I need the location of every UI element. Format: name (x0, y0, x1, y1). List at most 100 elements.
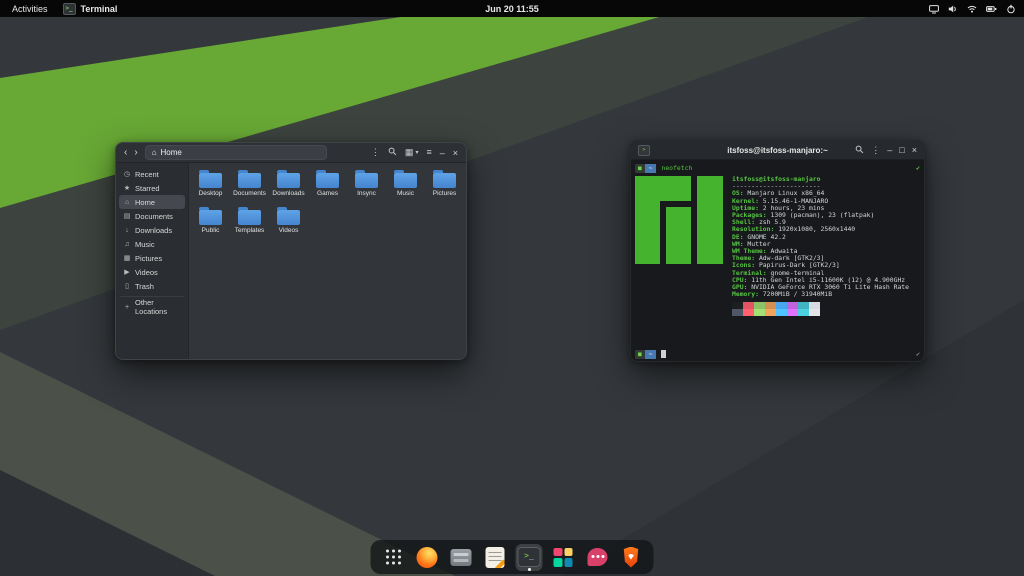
terminal-close-button[interactable]: × (912, 145, 917, 155)
terminal-titlebar[interactable]: > itsfoss@itsfoss-manjaro:~ ⋮ – □ × (631, 141, 924, 160)
messages-icon (587, 548, 607, 566)
prompt-line: ■ ~ neofetch ✔ (635, 163, 920, 173)
files-sidebar: ◷ Recent ★ Starred ⌂ Home ▤ Documents ↓ … (116, 163, 189, 360)
folder-icon (433, 173, 456, 188)
terminal-maximize-button[interactable]: □ (899, 145, 904, 155)
brave-launcher[interactable] (618, 544, 645, 571)
software-launcher[interactable] (550, 544, 577, 571)
terminal-app-icon: > (638, 145, 650, 156)
files-titlebar[interactable]: ‹ › ⌂ Home ⋮ ▦ ▾ ≡ – × (116, 143, 466, 163)
sidebar-item-documents[interactable]: ▤ Documents (119, 209, 185, 223)
sidebar-item-starred[interactable]: ★ Starred (119, 181, 185, 195)
search-icon[interactable] (388, 147, 397, 158)
download-icon: ↓ (123, 227, 131, 234)
text-editor-icon (486, 547, 505, 568)
folder-public[interactable]: Public (192, 204, 230, 241)
folder-icon (238, 210, 261, 225)
terminal-content[interactable]: ■ ~ neofetch ✔ itsfoss@itsfoss-manjaro -… (631, 160, 924, 362)
focused-app-name: Terminal (81, 4, 118, 14)
manjaro-logo (635, 176, 723, 264)
power-icon (1006, 4, 1016, 14)
files-window: ‹ › ⌂ Home ⋮ ▦ ▾ ≡ – × ◷ Recent (115, 142, 467, 360)
back-icon[interactable]: ‹ (124, 148, 127, 158)
terminal-launcher[interactable]: >_ (516, 544, 543, 571)
folder-pictures[interactable]: Pictures (426, 167, 464, 204)
video-icon: ▶ (123, 268, 131, 276)
folder-icon (199, 173, 222, 188)
folder-icon (316, 173, 339, 188)
show-apps-button[interactable] (380, 544, 407, 571)
folder-videos[interactable]: Videos (270, 204, 308, 241)
terminal-icon: >_ (518, 547, 541, 567)
plus-icon: + (123, 304, 131, 311)
network-icon (967, 4, 977, 14)
sidebar-item-home[interactable]: ⌂ Home (119, 195, 185, 209)
files-close-button[interactable]: × (453, 148, 458, 158)
files-launcher[interactable] (448, 544, 475, 571)
grid-view-icon: ▦ (405, 148, 414, 157)
kebab-menu-icon[interactable]: ⋮ (871, 146, 880, 155)
system-tray[interactable] (929, 0, 1016, 17)
forward-icon[interactable]: › (134, 148, 137, 158)
clock-calendar-button[interactable]: Jun 20 11:55 (485, 4, 539, 14)
neofetch-info: itsfoss@itsfoss-manjaro ----------------… (732, 176, 909, 316)
prompt-dir-segment: ~ (645, 164, 657, 173)
firefox-launcher[interactable] (414, 544, 441, 571)
focused-app-menu[interactable]: >_ Terminal (63, 3, 118, 15)
text-editor-launcher[interactable] (482, 544, 509, 571)
sidebar-item-trash[interactable]: ▯ Trash (119, 279, 185, 293)
terminal-minimize-button[interactable]: – (887, 145, 892, 155)
sidebar-item-recent[interactable]: ◷ Recent (119, 167, 185, 181)
hamburger-menu-icon[interactable]: ≡ (426, 148, 431, 157)
folder-desktop[interactable]: Desktop (192, 167, 230, 204)
software-icon (554, 548, 573, 567)
folder-games[interactable]: Games (309, 167, 347, 204)
status-check-icon: ✔ (916, 164, 920, 172)
folder-documents[interactable]: Documents (231, 167, 269, 204)
files-content-area: Desktop Documents Downloads Games Insync… (189, 163, 466, 360)
screencast-icon (929, 4, 939, 14)
sidebar-item-label: Home (135, 198, 155, 207)
sidebar-item-other-locations[interactable]: + Other Locations (119, 300, 185, 314)
files-minimize-button[interactable]: – (440, 148, 445, 158)
search-icon[interactable] (855, 145, 864, 156)
folder-insync[interactable]: Insync (348, 167, 386, 204)
path-bar[interactable]: ⌂ Home (145, 145, 327, 160)
firefox-icon (417, 547, 438, 568)
dock: >_ (371, 540, 654, 574)
trash-icon: ▯ (123, 282, 131, 290)
home-icon: ⌂ (123, 199, 131, 206)
folder-icon (277, 173, 300, 188)
brave-icon (622, 547, 640, 568)
folder-music[interactable]: Music (387, 167, 425, 204)
messages-launcher[interactable] (584, 544, 611, 571)
path-label: Home (161, 148, 182, 157)
sidebar-item-pictures[interactable]: ▦ Pictures (119, 251, 185, 265)
terminal-cursor (661, 350, 666, 358)
folder-templates[interactable]: Templates (231, 204, 269, 241)
prompt-os-segment: ■ (635, 164, 645, 173)
show-apps-icon (384, 548, 402, 566)
neofetch-line-memory: Memory: 7200MiB / 31940MiB (732, 291, 909, 298)
terminal-window: > itsfoss@itsfoss-manjaro:~ ⋮ – □ × ■ ~ … (630, 140, 925, 362)
folder-icon (355, 173, 378, 188)
chevron-down-icon: ▾ (415, 149, 418, 156)
picture-icon: ▦ (123, 254, 131, 262)
neofetch-output: itsfoss@itsfoss-manjaro ----------------… (635, 176, 920, 316)
sidebar-item-label: Music (135, 240, 155, 249)
music-note-icon: ♫ (123, 241, 131, 248)
prompt-line: ■ ~ ✔ (635, 349, 920, 359)
sidebar-item-videos[interactable]: ▶ Videos (119, 265, 185, 279)
volume-icon (948, 4, 958, 14)
sidebar-item-downloads[interactable]: ↓ Downloads (119, 223, 185, 237)
sidebar-item-label: Other Locations (135, 298, 181, 316)
document-icon: ▤ (123, 212, 131, 220)
sidebar-item-music[interactable]: ♫ Music (119, 237, 185, 251)
activities-button[interactable]: Activities (9, 3, 51, 15)
sidebar-item-label: Videos (135, 268, 158, 277)
sidebar-item-label: Documents (135, 212, 173, 221)
sidebar-item-label: Recent (135, 170, 159, 179)
folder-downloads[interactable]: Downloads (270, 167, 308, 204)
view-toggle-button[interactable]: ▦ ▾ (405, 148, 419, 157)
kebab-menu-icon[interactable]: ⋮ (371, 148, 380, 157)
